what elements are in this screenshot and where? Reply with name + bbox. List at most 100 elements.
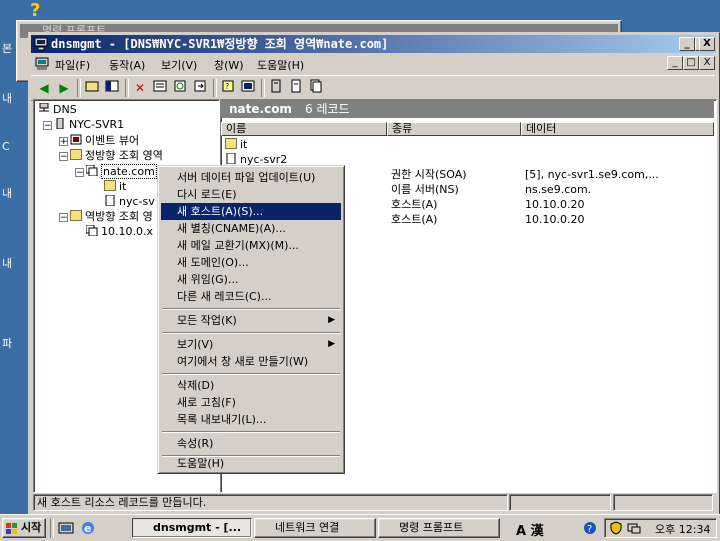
- record-icon[interactable]: [287, 79, 305, 97]
- menu-item-export-list[interactable]: 목록 내보내기(L)...: [161, 411, 341, 428]
- security-icon[interactable]: [609, 521, 623, 538]
- desktop-icon-label[interactable]: 내: [2, 185, 12, 201]
- start-button[interactable]: 시작: [2, 518, 46, 538]
- show-desktop-icon[interactable]: [58, 520, 74, 536]
- child-restore-button[interactable]: □: [683, 56, 699, 70]
- list-item[interactable]: it: [225, 138, 247, 152]
- record-data[interactable]: 10.10.0.20: [525, 198, 584, 212]
- menu-item-properties[interactable]: 속성(R): [161, 435, 341, 452]
- tree-item-server[interactable]: NYC-SVR1: [54, 118, 124, 132]
- task-dnsmgmt[interactable]: dnsmgmt - [...: [132, 518, 252, 538]
- list-header-title: nate.com: [229, 102, 292, 116]
- clock[interactable]: 오후 12:34: [655, 521, 710, 537]
- menu-item-help[interactable]: 도움말(H): [161, 455, 341, 472]
- taskbar: 시작 e dnsmgmt - [... 네트워크 연결 명령 프롬프트 A 漢 …: [0, 514, 720, 541]
- help-book-icon[interactable]: ?: [219, 79, 237, 97]
- up-folder-icon[interactable]: [83, 79, 101, 97]
- tree-label: 이벤트 뷰어: [85, 134, 140, 147]
- menu-item-new-mx[interactable]: 새 메일 교환기(MX)(M)...: [161, 237, 341, 254]
- tree-label: DNS: [53, 103, 77, 116]
- menu-item-new-delegation[interactable]: 새 위임(G)...: [161, 271, 341, 288]
- child-close-button[interactable]: X: [699, 56, 715, 70]
- tree-item-reverse-sub[interactable]: 10.10.0.x S: [86, 225, 163, 239]
- title-bar[interactable]: dnsmgmt - [DNS₩NYC-SVR1₩정방향 조회 영역₩nate.c…: [31, 35, 715, 53]
- menu-file[interactable]: 파일(F): [55, 57, 90, 73]
- menu-item-refresh[interactable]: 새로 고침(F): [161, 394, 341, 411]
- help-icon[interactable]: ?: [30, 2, 48, 20]
- menu-bar: 파일(F) 동작(A) 보기(V) 창(W) 도움말(H) _ □ X: [31, 54, 715, 74]
- desktop-icon-label[interactable]: 내: [2, 255, 12, 271]
- desktop-icon-label[interactable]: 내: [2, 90, 12, 106]
- menu-item-reload[interactable]: 다시 로드(E): [161, 186, 341, 203]
- expand-toggle[interactable]: +: [59, 137, 68, 147]
- column-header-name[interactable]: 이름: [221, 122, 387, 136]
- refresh-icon[interactable]: [171, 79, 189, 97]
- collapse-toggle[interactable]: −: [43, 121, 52, 131]
- minimize-button[interactable]: _: [679, 37, 695, 51]
- desktop-icon-label[interactable]: 파: [2, 335, 12, 351]
- start-label: 시작: [21, 521, 42, 534]
- status-bar: 새 호스트 리소스 레코드를 만듭니다.: [31, 493, 715, 511]
- desktop-icon-label[interactable]: C: [2, 140, 10, 153]
- back-icon[interactable]: ◀: [35, 79, 53, 97]
- menu-item-new-window[interactable]: 여기에서 창 새로 만들기(W): [161, 353, 341, 370]
- properties-icon[interactable]: [151, 79, 169, 97]
- record-type[interactable]: 호스트(A): [391, 213, 437, 227]
- server-icon[interactable]: [267, 79, 285, 97]
- menu-separator: [162, 431, 340, 433]
- tree-item-forward-zone[interactable]: 정방향 조회 영역: [70, 149, 163, 163]
- menu-help[interactable]: 도움말(H): [257, 57, 304, 73]
- collapse-toggle[interactable]: −: [59, 213, 68, 223]
- collapse-toggle[interactable]: −: [75, 168, 84, 178]
- record-data[interactable]: [5], nyc-svr1.se9.com,...: [525, 168, 659, 182]
- tree-item-nate-com[interactable]: nate.com: [86, 164, 157, 179]
- tree-item-reverse-zone[interactable]: 역방향 조회 영: [70, 210, 153, 224]
- tree-item-nyc[interactable]: nyc-sv: [104, 195, 155, 209]
- menu-item-other-records[interactable]: 다른 새 레코드(C)...: [161, 288, 341, 305]
- menu-item-new-domain[interactable]: 새 도메인(O)...: [161, 254, 341, 271]
- record-data[interactable]: ns.se9.com.: [525, 183, 591, 197]
- column-header-data[interactable]: 데이터: [521, 122, 714, 136]
- record-type[interactable]: 호스트(A): [391, 198, 437, 212]
- network-icon[interactable]: [627, 521, 641, 538]
- menu-item-new-alias[interactable]: 새 별칭(CNAME)(A)...: [161, 220, 341, 237]
- show-tree-icon[interactable]: [103, 79, 121, 97]
- task-network[interactable]: 네트워크 연결: [254, 518, 376, 538]
- tree-item-it[interactable]: it: [104, 180, 126, 194]
- context-menu: 서버 데이터 파일 업데이트(U) 다시 로드(E) 새 호스트(A)(S)..…: [157, 165, 345, 474]
- console-tree-icon[interactable]: [239, 79, 257, 97]
- menu-window[interactable]: 창(W): [214, 57, 244, 73]
- menu-item-new-host[interactable]: 새 호스트(A)(S)...: [161, 203, 341, 220]
- list-header-count: 6 레코드: [305, 102, 350, 116]
- zone-icon[interactable]: [307, 79, 325, 97]
- column-header-type[interactable]: 종류: [387, 122, 521, 136]
- export-list-icon[interactable]: [191, 79, 209, 97]
- menu-item-all-tasks[interactable]: 모든 작업(K) ▶: [161, 312, 341, 329]
- internet-explorer-icon[interactable]: e: [80, 520, 96, 536]
- ime-indicator[interactable]: A 漢: [516, 520, 544, 539]
- zone-icon: [86, 165, 98, 176]
- tree-item-dns[interactable]: DNS: [38, 103, 77, 117]
- delete-icon[interactable]: ✕: [131, 79, 149, 97]
- menu-item-label: 모든 작업(K): [177, 314, 237, 327]
- tree-item-event-viewer[interactable]: 이벤트 뷰어: [70, 134, 139, 148]
- collapse-toggle[interactable]: −: [59, 152, 68, 162]
- menu-item-update-server-file[interactable]: 서버 데이터 파일 업데이트(U): [161, 169, 341, 186]
- child-minimize-button[interactable]: _: [667, 56, 683, 70]
- desktop-icon-label[interactable]: 본: [2, 40, 12, 56]
- close-button[interactable]: X: [699, 37, 715, 51]
- menu-item-delete[interactable]: 삭제(D): [161, 377, 341, 394]
- menu-item-view[interactable]: 보기(V) ▶: [161, 336, 341, 353]
- folder-icon: [104, 180, 116, 191]
- record-type[interactable]: 이름 서버(NS): [391, 183, 459, 197]
- task-cmd[interactable]: 명령 프롬프트: [378, 518, 500, 538]
- menu-view[interactable]: 보기(V): [161, 57, 197, 73]
- svg-text:?: ?: [225, 82, 229, 91]
- help-icon[interactable]: ?: [582, 520, 598, 536]
- record-type[interactable]: 권한 시작(SOA): [391, 168, 467, 182]
- record-data[interactable]: 10.10.0.20: [525, 213, 584, 227]
- menu-action[interactable]: 동작(A): [109, 57, 145, 73]
- submenu-arrow-icon: ▶: [328, 339, 335, 349]
- console-icon[interactable]: [35, 57, 49, 71]
- forward-icon[interactable]: ▶: [55, 79, 73, 97]
